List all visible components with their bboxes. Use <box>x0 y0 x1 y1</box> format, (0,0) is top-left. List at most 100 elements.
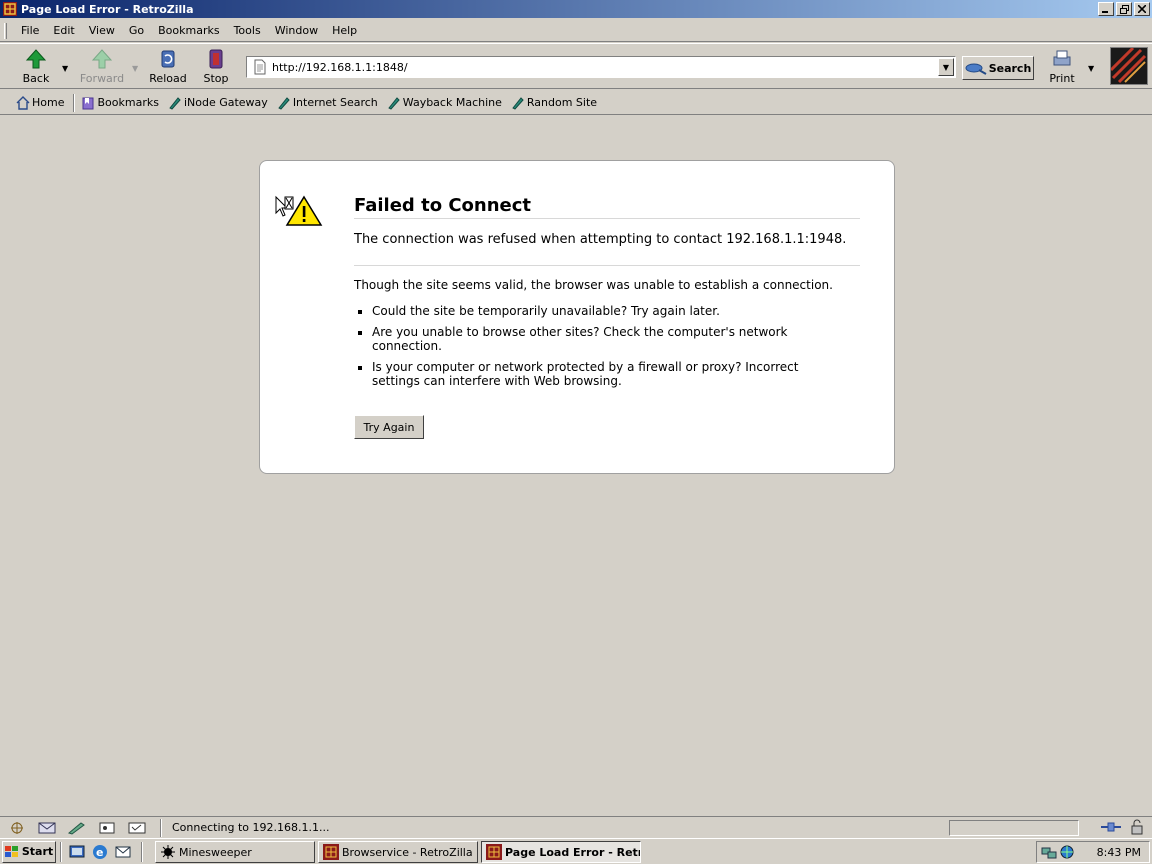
chevron-down-icon: ▼ <box>942 62 950 72</box>
menu-file[interactable]: File <box>14 24 46 37</box>
network-icon[interactable] <box>1041 844 1057 860</box>
page-icon <box>254 59 266 75</box>
search-button[interactable]: Search <box>962 56 1034 80</box>
list-item: Is your computer or network protected by… <box>372 360 834 388</box>
menu-window[interactable]: Window <box>268 24 325 37</box>
stop-icon <box>209 49 223 69</box>
task-label: Browservice - RetroZilla <box>342 845 473 859</box>
retrozilla-icon <box>486 844 502 860</box>
back-arrow-icon <box>25 49 47 69</box>
status-separator <box>160 818 162 837</box>
home-icon <box>16 95 30 110</box>
reload-button[interactable]: Reload <box>142 48 194 88</box>
home-button[interactable]: Home <box>16 95 64 110</box>
window-title: Page Load Error - RetroZilla <box>21 2 194 16</box>
start-label: Start <box>21 845 54 858</box>
outlook-express-icon[interactable] <box>114 843 132 861</box>
close-icon <box>1138 5 1146 13</box>
url-text[interactable]: http://192.168.1.1:1848/ <box>272 61 938 74</box>
task-label: Page Load Error - Retr... <box>505 845 641 859</box>
restore-icon <box>1119 4 1129 14</box>
url-dropdown-button[interactable]: ▼ <box>938 58 954 76</box>
url-bar[interactable]: http://192.168.1.1:1848/ ▼ <box>246 56 956 78</box>
status-icons <box>1096 819 1148 835</box>
forward-arrow-icon <box>91 49 113 69</box>
menu-go[interactable]: Go <box>122 24 151 37</box>
warning-icon <box>275 195 323 226</box>
menu-edit[interactable]: Edit <box>46 24 81 37</box>
bookmark-label: Internet Search <box>292 96 378 109</box>
bookmark-label: Wayback Machine <box>402 96 502 109</box>
address-book-icon[interactable] <box>96 821 118 835</box>
show-desktop-icon[interactable] <box>68 843 86 861</box>
reload-label: Reload <box>149 72 187 85</box>
bookmark-icon <box>512 96 524 110</box>
progress-meter <box>949 820 1079 836</box>
taskbar: Start e Minesweeper Browservice - RetroZ… <box>0 838 1152 864</box>
error-long-text: Though the site seems valid, the browser… <box>354 278 833 292</box>
bookmark-label: Random Site <box>526 96 598 109</box>
try-again-button[interactable]: Try Again <box>354 415 424 439</box>
forward-button[interactable]: Forward <box>76 48 128 88</box>
quick-launch: e <box>68 843 137 861</box>
menu-bar: File Edit View Go Bookmarks Tools Window… <box>0 20 1152 42</box>
bookmarks-button[interactable]: Bookmarks <box>81 96 159 110</box>
task-browservice[interactable]: Browservice - RetroZilla <box>318 841 478 863</box>
start-button[interactable]: Start <box>2 840 56 863</box>
menu-help[interactable]: Help <box>325 24 364 37</box>
component-bar <box>0 817 156 838</box>
security-lock-icon[interactable] <box>1126 819 1148 835</box>
throbber-icon <box>1109 46 1148 85</box>
menu-view[interactable]: View <box>82 24 122 37</box>
minimize-button[interactable] <box>1098 2 1114 16</box>
minimize-icon <box>1102 11 1108 13</box>
bookmarks-icon <box>82 97 94 109</box>
list-item: Could the site be temporarily unavailabl… <box>372 304 834 318</box>
navigator-icon[interactable] <box>6 821 28 835</box>
back-dropdown-icon[interactable]: ▼ <box>62 64 68 73</box>
bookmark-item-inode-gateway[interactable]: iNode Gateway <box>168 96 268 110</box>
back-label: Back <box>22 72 50 85</box>
forward-dropdown-icon[interactable]: ▼ <box>132 64 138 73</box>
retrozilla-icon <box>323 844 339 860</box>
error-short-description: The connection was refused when attempti… <box>354 232 860 266</box>
bookmark-item-internet-search[interactable]: Internet Search <box>277 96 378 110</box>
clock[interactable]: 8:43 PM <box>1097 846 1141 859</box>
internet-explorer-icon[interactable]: e <box>91 843 109 861</box>
retrozilla-icon <box>3 2 17 16</box>
bookmark-item-wayback-machine[interactable]: Wayback Machine <box>387 96 502 110</box>
reload-icon <box>161 50 175 68</box>
svg-text:e: e <box>96 846 103 859</box>
chat-icon[interactable] <box>126 821 148 835</box>
stop-button[interactable]: Stop <box>190 48 242 88</box>
bookmark-item-random-site[interactable]: Random Site <box>511 96 597 110</box>
mail-icon[interactable] <box>36 821 58 835</box>
close-button[interactable] <box>1134 2 1150 16</box>
windows-logo-icon <box>4 845 18 857</box>
restore-button[interactable] <box>1116 2 1132 16</box>
status-bar: Connecting to 192.168.1.1... <box>0 816 1152 838</box>
globe-icon[interactable] <box>1059 844 1075 860</box>
error-panel: Failed to Connect The connection was ref… <box>259 160 895 474</box>
back-button[interactable]: Back <box>10 48 62 88</box>
taskbar-separator <box>141 841 143 862</box>
menu-tools[interactable]: Tools <box>227 24 268 37</box>
system-tray: 8:43 PM <box>1036 841 1150 863</box>
print-button[interactable]: Print <box>1036 48 1088 88</box>
print-dropdown-icon[interactable]: ▼ <box>1088 64 1094 73</box>
task-label: Minesweeper <box>179 845 252 859</box>
bookmark-label: iNode Gateway <box>183 96 268 109</box>
forward-label: Forward <box>79 72 125 85</box>
task-minesweeper[interactable]: Minesweeper <box>155 841 315 863</box>
search-icon <box>965 63 987 75</box>
minesweeper-icon <box>161 845 175 859</box>
composer-icon[interactable] <box>66 821 88 835</box>
stop-label: Stop <box>203 72 229 85</box>
print-label: Print <box>1049 72 1075 85</box>
toolbar-grip[interactable] <box>4 23 7 39</box>
taskbar-separator <box>60 841 62 862</box>
menu-bookmarks[interactable]: Bookmarks <box>151 24 226 37</box>
task-page-load-error[interactable]: Page Load Error - Retr... <box>481 841 641 863</box>
toolbar-separator <box>73 93 76 112</box>
online-status-icon[interactable] <box>1100 819 1122 835</box>
